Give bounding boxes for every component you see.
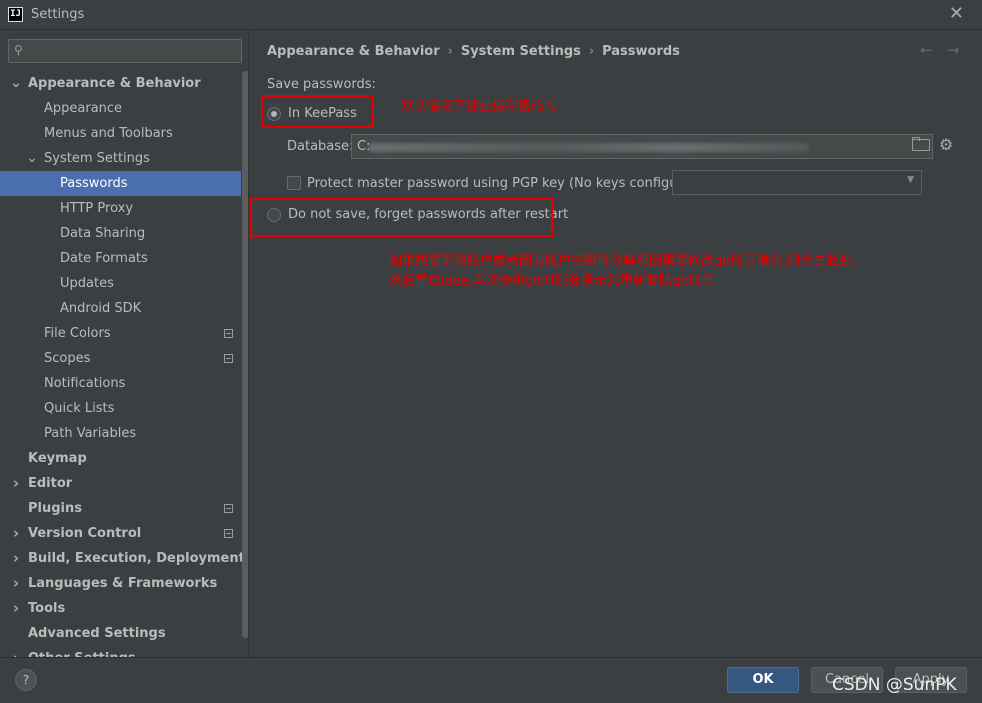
- search-input[interactable]: ⚲: [8, 39, 242, 63]
- sidebar-item-label: Editor: [28, 476, 73, 491]
- sidebar-item-label: Languages & Frameworks: [28, 576, 218, 591]
- sidebar-item-label: Menus and Toolbars: [44, 126, 173, 141]
- chevron-right-icon[interactable]: ›: [10, 521, 22, 546]
- csdn-watermark: CSDN @SunPK: [832, 675, 957, 695]
- sidebar-item-label: File Colors: [44, 326, 111, 341]
- breadcrumb: Appearance & Behavior › System Settings › Pa…: [267, 44, 680, 59]
- sidebar-item-label: HTTP Proxy: [60, 201, 134, 216]
- settings-tree: ⌄ Appearance & Behavior Appearance Menus an…: [0, 71, 245, 657]
- close-icon[interactable]: ✕: [949, 3, 964, 24]
- pgp-key-select[interactable]: ▼: [672, 170, 922, 195]
- sidebar-item-advanced-settings[interactable]: Advanced Settings: [0, 621, 241, 646]
- breadcrumb-system-settings[interactable]: System Settings: [461, 44, 581, 59]
- sidebar-item-quick-lists[interactable]: Quick Lists: [0, 396, 241, 421]
- sidebar-item-notifications[interactable]: Notifications: [0, 371, 241, 396]
- sidebar-item-other-settings[interactable]: › Other Settings: [0, 646, 241, 657]
- sidebar-item-label: Appearance & Behavior: [28, 76, 201, 91]
- chevron-down-icon[interactable]: ⌄: [10, 71, 22, 96]
- project-level-icon: [224, 529, 233, 538]
- sidebar-item-label: Other Settings: [28, 646, 136, 657]
- sidebar-item-label: Date Formats: [60, 251, 148, 266]
- annotation-box-do-not-save: [250, 198, 553, 237]
- sidebar-item-label: System Settings: [44, 151, 150, 166]
- ok-button[interactable]: OK: [727, 667, 799, 693]
- sidebar-item-label: Version Control: [28, 526, 142, 541]
- sidebar-scrollbar[interactable]: [242, 71, 248, 638]
- sidebar-item-label: Appearance: [44, 101, 123, 116]
- sidebar-item-menus-and-toolbars[interactable]: Menus and Toolbars: [0, 121, 241, 146]
- sidebar-item-path-variables[interactable]: Path Variables: [0, 421, 241, 446]
- sidebar-item-system-settings[interactable]: ⌄ System Settings: [0, 146, 241, 171]
- folder-icon[interactable]: [912, 137, 930, 151]
- annotation-change-note-line2: 然后重启idea,再次使用git时则会提示您重新登陆git账号: [389, 274, 715, 289]
- sidebar-item-http-proxy[interactable]: HTTP Proxy: [0, 196, 241, 221]
- sidebar-item-plugins[interactable]: Plugins: [0, 496, 241, 521]
- annotation-box-keepass: [261, 95, 374, 128]
- protect-master-password-label: Protect master password using PGP key (N…: [307, 176, 704, 191]
- title-bar: IJ Settings ✕: [0, 0, 982, 30]
- project-level-icon: [224, 329, 233, 338]
- sidebar-item-label: Notifications: [44, 376, 126, 391]
- back-arrow-icon[interactable]: ←: [920, 41, 933, 59]
- chevron-right-icon[interactable]: ›: [10, 646, 22, 657]
- sidebar-item-scopes[interactable]: Scopes: [0, 346, 241, 371]
- breadcrumb-separator: ›: [447, 44, 453, 59]
- annotation-default-note: 默认情况下都是保存密码的: [401, 99, 558, 114]
- sidebar-item-editor[interactable]: › Editor: [0, 471, 241, 496]
- database-label: Database:: [287, 139, 354, 154]
- breadcrumb-separator: ›: [588, 44, 595, 59]
- sidebar-item-tools[interactable]: › Tools: [0, 596, 241, 621]
- sidebar-item-label: Tools: [28, 601, 66, 616]
- chevron-down-icon[interactable]: ⌄: [26, 146, 38, 171]
- search-icon: ⚲: [14, 43, 23, 57]
- sidebar-item-label: Passwords: [60, 176, 128, 191]
- window-title: Settings: [31, 7, 85, 22]
- annotation-change-note-line1: 如果想要更改账户或者因为账户密码修改等原因需要修改git账号信息,则点击此处,: [389, 254, 857, 269]
- sidebar-item-passwords[interactable]: Passwords: [0, 171, 241, 196]
- sidebar-item-label: Plugins: [28, 501, 82, 516]
- project-level-icon: [224, 504, 233, 513]
- intellij-logo-icon: IJ: [8, 7, 23, 22]
- sidebar-item-data-sharing[interactable]: Data Sharing: [0, 221, 241, 246]
- sidebar-item-date-formats[interactable]: Date Formats: [0, 246, 241, 271]
- chevron-right-icon[interactable]: ›: [10, 571, 22, 596]
- help-button[interactable]: ?: [15, 669, 37, 691]
- sidebar-item-languages-frameworks[interactable]: › Languages & Frameworks: [0, 571, 241, 596]
- gear-icon[interactable]: ⚙: [939, 135, 953, 154]
- sidebar-item-label: Data Sharing: [60, 226, 146, 241]
- sidebar-item-label: Keymap: [28, 451, 87, 466]
- sidebar-item-label: Build, Execution, Deployment: [28, 551, 245, 566]
- sidebar-item-appearance[interactable]: Appearance: [0, 96, 241, 121]
- breadcrumb-appearance-behavior[interactable]: Appearance & Behavior: [267, 44, 440, 59]
- sidebar-item-keymap[interactable]: Keymap: [0, 446, 241, 471]
- database-path-field[interactable]: C:: [351, 134, 933, 159]
- save-passwords-label: Save passwords:: [267, 77, 376, 92]
- protect-master-password-checkbox[interactable]: [287, 176, 301, 190]
- sidebar-item-label: Quick Lists: [44, 401, 115, 416]
- blurred-path: [369, 143, 809, 152]
- project-level-icon: [224, 354, 233, 363]
- sidebar-item-build-execution-deployment[interactable]: › Build, Execution, Deployment: [0, 546, 245, 571]
- chevron-right-icon[interactable]: ›: [10, 471, 22, 496]
- breadcrumb-passwords: Passwords: [602, 44, 680, 59]
- sidebar-item-label: Scopes: [44, 351, 91, 366]
- sidebar-item-android-sdk[interactable]: Android SDK: [0, 296, 241, 321]
- sidebar-item-label: Android SDK: [60, 301, 142, 316]
- sidebar-item-file-colors[interactable]: File Colors: [0, 321, 241, 346]
- settings-content: Appearance & Behavior › System Settings › Pa…: [250, 31, 982, 657]
- sidebar-item-version-control[interactable]: › Version Control: [0, 521, 241, 546]
- sidebar-item-label: Updates: [60, 276, 114, 291]
- sidebar-item-updates[interactable]: Updates: [0, 271, 241, 296]
- chevron-down-icon: ▼: [907, 175, 914, 185]
- sidebar-item-appearance-behavior[interactable]: ⌄ Appearance & Behavior: [0, 71, 241, 96]
- dialog-footer: ? OK Cancel Apply CSDN @SunPK: [0, 657, 982, 703]
- chevron-right-icon[interactable]: ›: [10, 546, 22, 571]
- settings-sidebar: ⚲ ⌄ Appearance & Behavior Appearance Menus …: [0, 31, 249, 657]
- chevron-right-icon[interactable]: ›: [10, 596, 22, 621]
- sidebar-item-label: Advanced Settings: [28, 626, 166, 641]
- sidebar-item-label: Path Variables: [44, 426, 137, 441]
- forward-arrow-icon[interactable]: →: [947, 41, 960, 59]
